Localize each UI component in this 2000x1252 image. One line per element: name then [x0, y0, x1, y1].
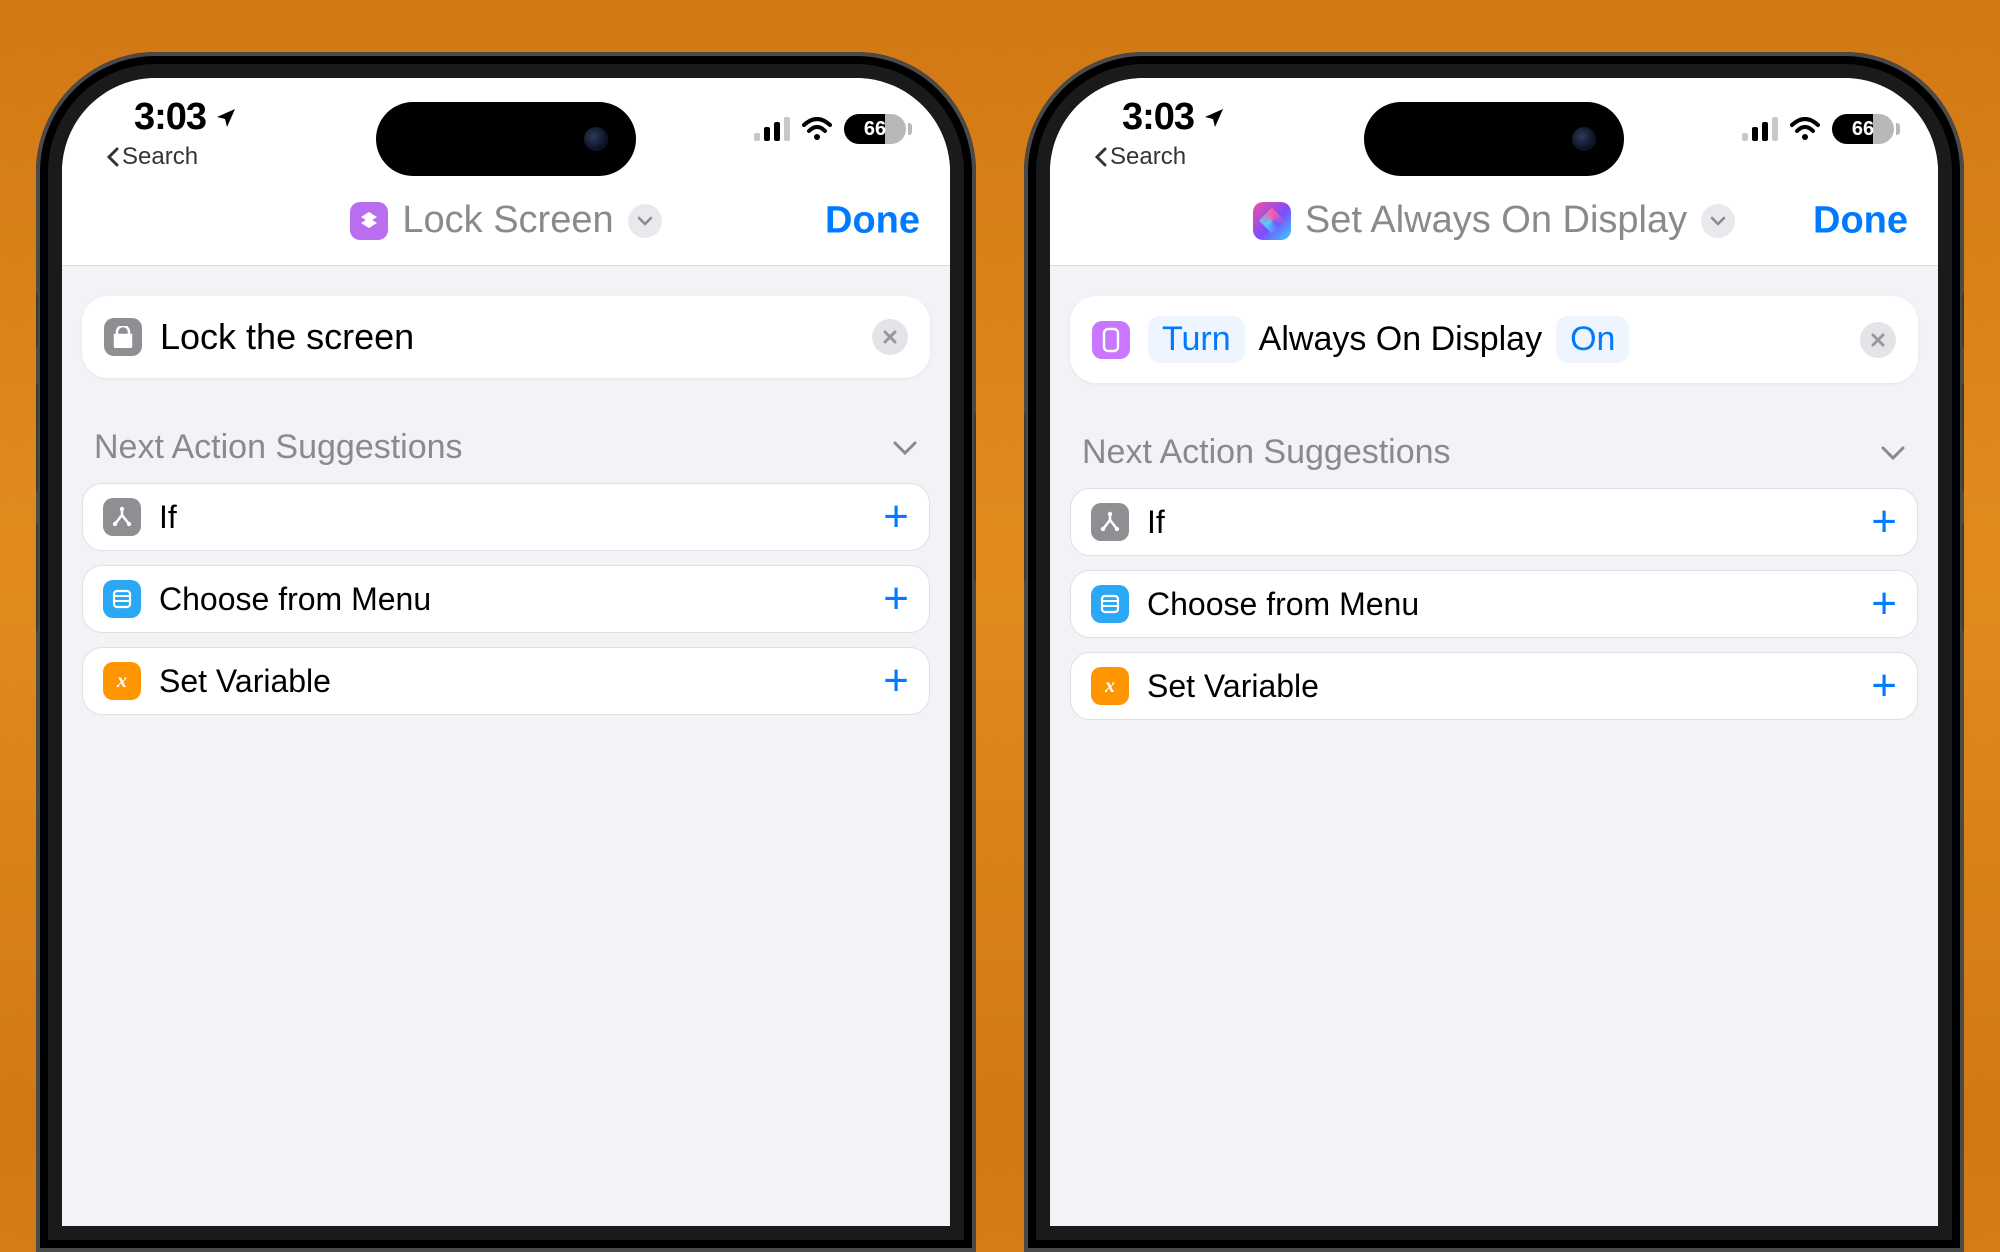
shortcuts-app-icon — [1253, 202, 1291, 240]
suggestion-set-variable[interactable]: x Set Variable + — [82, 647, 930, 715]
mute-switch[interactable] — [1962, 292, 1964, 348]
action-card[interactable]: Lock the screen — [82, 296, 930, 378]
suggestion-label: If — [1147, 504, 1853, 541]
cell-signal-icon — [754, 117, 790, 141]
delete-action-button[interactable] — [872, 319, 908, 355]
done-button[interactable]: Done — [825, 199, 920, 242]
volume-down-button[interactable] — [36, 522, 38, 632]
wifi-icon — [802, 117, 832, 141]
phone-left: 3:03 Search — [36, 52, 976, 1252]
suggestions-list: If + Choose from Menu + x Set Variable + — [1070, 488, 1918, 720]
suggestion-label: Choose from Menu — [159, 581, 865, 618]
suggestion-label: Choose from Menu — [1147, 586, 1853, 623]
back-caret-icon — [106, 147, 120, 167]
delete-action-button[interactable] — [1860, 322, 1896, 358]
action-state-pill[interactable]: On — [1556, 316, 1629, 363]
cell-signal-icon — [1742, 117, 1778, 141]
suggestions-list: If + Choose from Menu + x Set Variable + — [82, 483, 930, 715]
chevron-down-icon — [637, 216, 653, 226]
mute-switch[interactable] — [36, 292, 38, 348]
title-menu-button[interactable] — [628, 204, 662, 238]
display-icon — [1092, 321, 1130, 359]
volume-down-button[interactable] — [1962, 522, 1964, 632]
suggestion-choose-menu[interactable]: Choose from Menu + — [82, 565, 930, 633]
suggestions-heading: Next Action Suggestions — [1082, 433, 1451, 472]
power-button[interactable] — [974, 412, 976, 582]
battery-indicator: 66 — [844, 114, 906, 144]
lockscreen-app-icon — [350, 202, 388, 240]
nav-title-text: Lock Screen — [402, 199, 613, 242]
chevron-down-icon[interactable] — [1880, 445, 1906, 461]
battery-indicator: 66 — [1832, 114, 1894, 144]
chevron-down-icon — [1710, 216, 1726, 226]
location-icon — [1202, 106, 1226, 130]
back-to-search[interactable]: Search — [106, 143, 238, 171]
nav-title-text: Set Always On Display — [1305, 199, 1687, 242]
variable-icon: x — [1091, 667, 1129, 705]
add-icon[interactable]: + — [883, 506, 909, 528]
action-verb-pill[interactable]: Turn — [1148, 316, 1245, 363]
close-icon — [1870, 332, 1886, 348]
suggestions-heading: Next Action Suggestions — [94, 428, 463, 467]
suggestion-label: Set Variable — [159, 663, 865, 700]
shortcut-title[interactable]: Set Always On Display — [1253, 199, 1735, 242]
status-time: 3:03 — [1122, 96, 1194, 139]
dynamic-island — [376, 102, 636, 176]
battery-level: 66 — [864, 118, 886, 141]
add-icon[interactable]: + — [1871, 511, 1897, 533]
variable-icon: x — [103, 662, 141, 700]
title-menu-button[interactable] — [1701, 204, 1735, 238]
action-text: Lock the screen — [160, 316, 414, 358]
done-button[interactable]: Done — [1813, 199, 1908, 242]
add-icon[interactable]: + — [883, 588, 909, 610]
action-card[interactable]: Turn Always On Display On — [1070, 296, 1918, 383]
dynamic-island — [1364, 102, 1624, 176]
lock-icon — [104, 318, 142, 356]
chevron-down-icon[interactable] — [892, 440, 918, 456]
menu-icon — [1091, 585, 1129, 623]
back-label: Search — [1110, 143, 1186, 171]
volume-up-button[interactable] — [1962, 382, 1964, 492]
menu-icon — [103, 580, 141, 618]
back-label: Search — [122, 143, 198, 171]
back-caret-icon — [1094, 147, 1108, 167]
phone-right: 3:03 Search — [1024, 52, 1964, 1252]
power-button[interactable] — [1024, 412, 1026, 582]
volume-up-button[interactable] — [36, 382, 38, 492]
suggestion-set-variable[interactable]: x Set Variable + — [1070, 652, 1918, 720]
nav-bar: Set Always On Display Done — [1050, 176, 1938, 266]
wifi-icon — [1790, 117, 1820, 141]
suggestion-if[interactable]: If + — [82, 483, 930, 551]
suggestion-label: If — [159, 499, 865, 536]
battery-level: 66 — [1852, 118, 1874, 141]
add-icon[interactable]: + — [1871, 593, 1897, 615]
action-subject: Always On Display — [1259, 320, 1542, 359]
suggestion-label: Set Variable — [1147, 668, 1853, 705]
add-icon[interactable]: + — [1871, 675, 1897, 697]
branch-icon — [1091, 503, 1129, 541]
branch-icon — [103, 498, 141, 536]
back-to-search[interactable]: Search — [1094, 143, 1226, 171]
suggestion-choose-menu[interactable]: Choose from Menu + — [1070, 570, 1918, 638]
suggestion-if[interactable]: If + — [1070, 488, 1918, 556]
add-icon[interactable]: + — [883, 670, 909, 692]
status-time: 3:03 — [134, 96, 206, 139]
screen: 3:03 Search — [62, 78, 950, 1226]
nav-bar: Lock Screen Done — [62, 176, 950, 266]
location-icon — [214, 106, 238, 130]
screen: 3:03 Search — [1050, 78, 1938, 1226]
shortcut-title[interactable]: Lock Screen — [350, 199, 661, 242]
close-icon — [882, 329, 898, 345]
